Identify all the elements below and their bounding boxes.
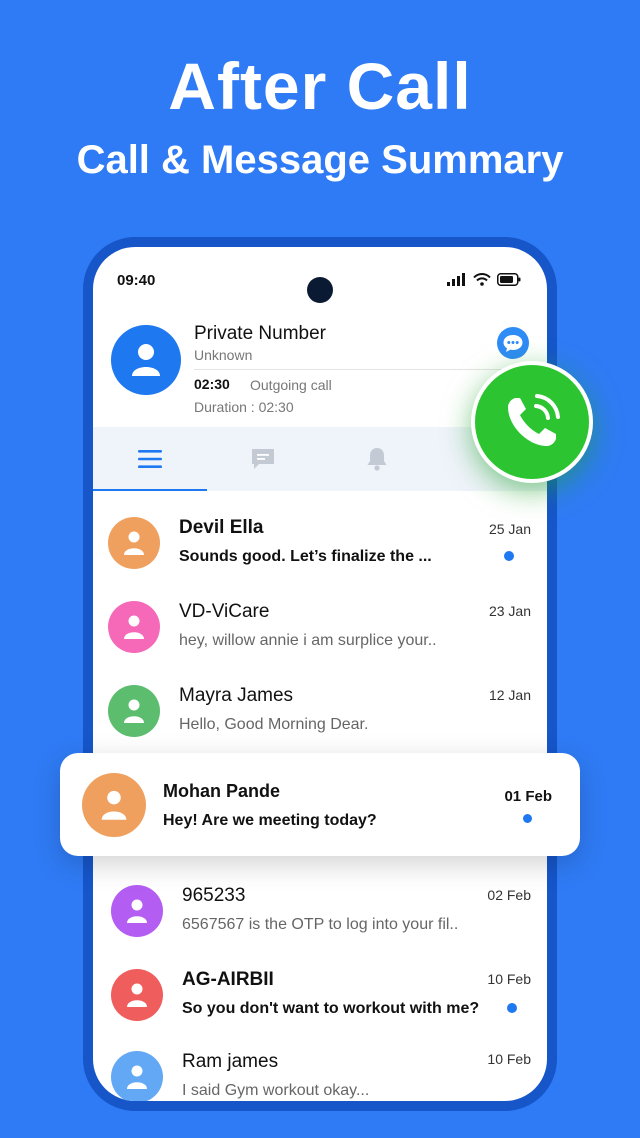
contact-name: VD-ViCare bbox=[179, 601, 270, 622]
person-icon bbox=[127, 1065, 147, 1089]
contact-name: Devil Ella bbox=[179, 517, 264, 538]
person-icon bbox=[127, 899, 147, 923]
avatar bbox=[82, 773, 146, 837]
bell-icon bbox=[367, 448, 387, 471]
message-button[interactable] bbox=[497, 327, 529, 359]
message-date: 10 Feb bbox=[487, 971, 531, 987]
message-preview: Hey! Are we meeting today? bbox=[163, 812, 377, 829]
avatar bbox=[108, 601, 160, 653]
phone-call-icon bbox=[508, 394, 560, 446]
list-item[interactable]: Devil Ella Sounds good. Let’s finalize t… bbox=[93, 503, 547, 587]
call-time: 02:30 bbox=[194, 376, 230, 392]
message-preview: Sounds good. Let’s finalize the ... bbox=[179, 548, 432, 565]
message-preview: Hello, Good Morning Dear. bbox=[179, 716, 369, 733]
message-date: 23 Jan bbox=[488, 603, 531, 619]
list-item[interactable]: VD-ViCare hey, willow annie i am surplic… bbox=[93, 587, 547, 671]
phone-frame: 09:40 Private Number Unknown 02:30 Outgo… bbox=[83, 237, 557, 1111]
contact-name: Ram james bbox=[182, 1051, 279, 1072]
list-item[interactable]: AG-AIRBII So you don't want to workout w… bbox=[93, 955, 547, 1039]
list-item[interactable]: Mayra James Hello, Good Morning Dear. 12… bbox=[93, 671, 547, 755]
tab-menu[interactable] bbox=[93, 427, 207, 491]
message-preview: 6567567 is the OTP to log into your fil.… bbox=[182, 916, 459, 933]
menu-icon bbox=[137, 450, 162, 468]
phone-screen: 09:40 Private Number Unknown 02:30 Outgo… bbox=[93, 247, 547, 1101]
avatar bbox=[111, 1051, 163, 1101]
chat-bubble-icon bbox=[503, 335, 523, 352]
contact-name: 965233 bbox=[182, 885, 246, 906]
tab-messages[interactable] bbox=[207, 427, 321, 491]
person-icon bbox=[132, 344, 160, 376]
person-icon bbox=[124, 531, 144, 555]
highlighted-message-card[interactable]: Mohan Pande Hey! Are we meeting today? 0… bbox=[60, 753, 580, 856]
contact-name: Mohan Pande bbox=[163, 781, 281, 801]
unread-dot bbox=[523, 814, 532, 823]
message-icon bbox=[252, 449, 275, 469]
caller-avatar bbox=[111, 325, 181, 395]
message-preview: hey, willow annie i am surplice your.. bbox=[179, 632, 437, 649]
list-item[interactable]: Ram james I said Gym workout okay... 10 … bbox=[93, 1037, 547, 1101]
summary-divider bbox=[194, 369, 524, 370]
person-icon bbox=[101, 790, 127, 820]
call-type: Outgoing call bbox=[250, 377, 332, 393]
avatar bbox=[111, 969, 163, 1021]
message-preview: So you don't want to workout with me? bbox=[182, 1000, 480, 1017]
person-icon bbox=[127, 983, 147, 1007]
message-date: 12 Jan bbox=[488, 687, 531, 703]
avatar bbox=[108, 685, 160, 737]
person-icon bbox=[124, 615, 144, 639]
contact-name: Mayra James bbox=[179, 685, 294, 706]
unread-dot bbox=[504, 551, 514, 561]
message-date: 01 Feb bbox=[504, 788, 552, 805]
tab-notifications[interactable] bbox=[320, 427, 434, 491]
message-date: 10 Feb bbox=[487, 1051, 531, 1067]
person-icon bbox=[124, 699, 144, 723]
call-duration: Duration : 02:30 bbox=[194, 399, 294, 415]
avatar bbox=[108, 517, 160, 569]
avatar bbox=[111, 885, 163, 937]
caller-name: Private Number bbox=[194, 323, 326, 344]
contact-name: AG-AIRBII bbox=[182, 969, 274, 990]
headline-subtitle: Call & Message Summary bbox=[76, 138, 564, 182]
unread-dot bbox=[507, 1003, 517, 1013]
caller-label: Unknown bbox=[194, 347, 253, 363]
list-item[interactable]: 965233 6567567 is the OTP to log into yo… bbox=[93, 871, 547, 955]
message-preview: I said Gym workout okay... bbox=[182, 1082, 370, 1099]
message-date: 25 Jan bbox=[488, 521, 531, 537]
headline-title: After Call bbox=[168, 49, 472, 123]
message-date: 02 Feb bbox=[487, 887, 531, 903]
call-button[interactable] bbox=[471, 361, 593, 483]
